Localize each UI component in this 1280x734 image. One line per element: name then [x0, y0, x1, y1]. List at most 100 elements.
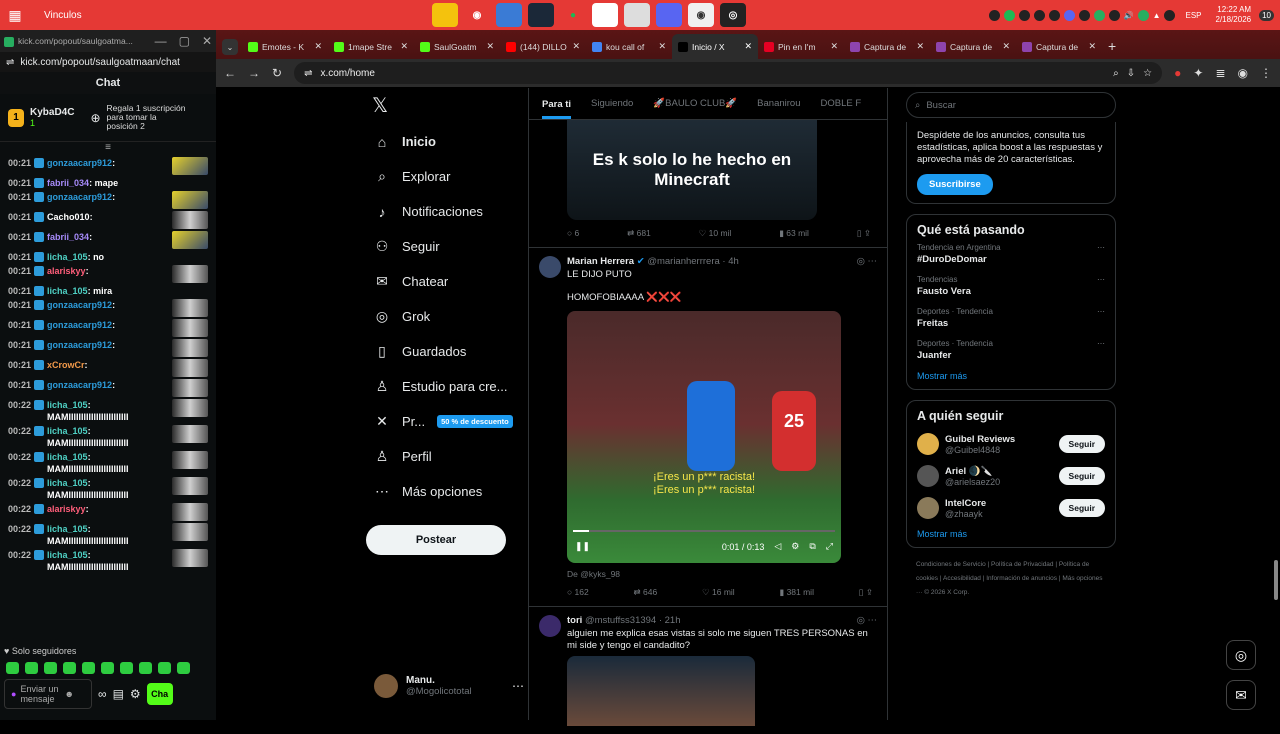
avatar[interactable]: [917, 465, 939, 487]
views-button[interactable]: ▮ 63 mil: [779, 228, 809, 239]
emote-icon[interactable]: [139, 662, 152, 674]
zoom-icon[interactable]: ⌕: [1113, 68, 1119, 79]
follow-button[interactable]: Seguir: [1058, 467, 1105, 485]
nav-item[interactable]: ⌕ Explorar: [374, 159, 530, 194]
reload-icon[interactable]: ↻: [272, 66, 282, 80]
trend-item[interactable]: Tendencia en Argentina #DuroDeDomar ⋯: [917, 243, 1105, 265]
chat-username[interactable]: gonzaacarp912: [47, 300, 112, 310]
browser-tab[interactable]: SaulGoatm ✕: [414, 34, 500, 59]
chat-input[interactable]: ● Enviar un mensaje ☻: [4, 679, 92, 709]
chat-username[interactable]: gonzaacarp912: [47, 158, 112, 168]
chat-username[interactable]: alariskyy: [47, 266, 86, 276]
nav-item[interactable]: ♙ Perfil: [374, 439, 530, 474]
like-button[interactable]: ♡ 16 mil: [702, 587, 735, 598]
chat-username[interactable]: fabrii_034: [47, 178, 89, 188]
post-3-author[interactable]: tori: [567, 615, 582, 626]
browser-tab[interactable]: 1mape Stre ✕: [328, 34, 414, 59]
post-2[interactable]: Marian Herrera ✔ @marianherrrera · 4h ◎ ⋯…: [529, 247, 887, 606]
emote-icon[interactable]: [120, 662, 133, 674]
x-logo-icon[interactable]: 𝕏: [366, 88, 530, 124]
feed-tab[interactable]: Bananirou: [757, 98, 800, 109]
bookmark-icon[interactable]: ▯ ⇪: [857, 228, 871, 239]
scrollbar[interactable]: [1274, 560, 1278, 600]
tray-icon[interactable]: [1003, 9, 1015, 21]
reply-button[interactable]: ○ 6: [567, 228, 579, 239]
chat-username[interactable]: gonzaacarp912: [47, 340, 112, 350]
tab-close-icon[interactable]: ✕: [744, 41, 752, 52]
more-icon[interactable]: ⋯: [1097, 307, 1105, 316]
repost-button[interactable]: ⇄ 646: [634, 587, 658, 598]
emoji-icon[interactable]: ☻: [64, 689, 73, 699]
close-icon[interactable]: ✕: [202, 34, 212, 48]
nav-item[interactable]: ◎ Grok: [374, 299, 530, 334]
mic-icon[interactable]: ●: [11, 689, 16, 699]
nav-item[interactable]: ✕ Pr... 50 % de descuento: [374, 404, 530, 439]
reply-button[interactable]: ○ 162: [567, 587, 589, 598]
tab-close-icon[interactable]: ✕: [486, 41, 494, 52]
tray-icon[interactable]: [1164, 9, 1176, 21]
follow-suggestion[interactable]: IntelCore @zhaayk Seguir: [917, 497, 1105, 519]
emote-icon[interactable]: [25, 662, 38, 674]
chat-username[interactable]: licha_105: [47, 452, 88, 462]
browser-tab[interactable]: Captura de ✕: [930, 34, 1016, 59]
tab-close-icon[interactable]: ✕: [830, 41, 838, 52]
chat-username[interactable]: licha_105: [47, 252, 88, 262]
views-button[interactable]: ▮ 381 mil: [780, 587, 814, 598]
post-3[interactable]: tori @mstuffss31394 · 21h ◎ ⋯ alguien me …: [529, 606, 887, 734]
post-3-media[interactable]: [567, 656, 755, 726]
store-icon[interactable]: ▤: [113, 687, 124, 701]
tray-icon[interactable]: [1018, 9, 1030, 21]
tray-icon[interactable]: [1063, 9, 1075, 21]
chat-username[interactable]: licha_105: [47, 524, 88, 534]
address-bar[interactable]: ⇌ x.com/home ⌕ ⇩ ☆: [294, 62, 1163, 84]
tray-icon[interactable]: [1048, 9, 1060, 21]
settings-icon[interactable]: ⚙: [791, 541, 799, 552]
follow-suggestion[interactable]: Ariel 🌒🔪 @arielsaez20 Seguir: [917, 465, 1105, 487]
feed-tab[interactable]: 🚀BAULO CLUB🚀: [653, 98, 737, 109]
tab-close-icon[interactable]: ✕: [658, 41, 666, 52]
chat-username[interactable]: Cacho010: [47, 212, 90, 222]
browser-tab[interactable]: Emotes - K ✕: [242, 34, 328, 59]
more-icon[interactable]: ⋯: [1097, 339, 1105, 348]
video-player[interactable]: 25 ¡Eres un p*** racista! ¡Eres un p*** …: [567, 311, 841, 563]
minimize-icon[interactable]: —: [155, 34, 167, 48]
chrome-icon[interactable]: ◉: [464, 3, 490, 27]
like-button[interactable]: ♡ 10 mil: [699, 228, 732, 239]
pip-icon[interactable]: ⧉: [809, 541, 815, 552]
post-3-avatar[interactable]: [539, 615, 561, 637]
browser-tab[interactable]: Inicio / X ✕: [672, 34, 758, 59]
account-switcher[interactable]: Manu. @Mogolicototal ⋯: [374, 674, 524, 698]
tab-close-icon[interactable]: ✕: [314, 41, 322, 52]
bookmark-star-icon[interactable]: ☆: [1143, 68, 1152, 79]
who-show-more[interactable]: Mostrar más: [917, 529, 1105, 539]
back-icon[interactable]: ←: [224, 66, 236, 80]
nav-item[interactable]: ⚇ Seguir: [374, 229, 530, 264]
tray-icon[interactable]: [988, 9, 1000, 21]
post-button[interactable]: Postear: [366, 525, 506, 555]
tab-close-icon[interactable]: ✕: [1088, 41, 1096, 52]
install-icon[interactable]: ⇩: [1127, 68, 1135, 79]
tab-close-icon[interactable]: ✕: [1002, 41, 1010, 52]
post-2-avatar[interactable]: [539, 256, 561, 278]
premium-badge[interactable]: 50 % de descuento: [437, 415, 513, 428]
more-icon[interactable]: ◎ ⋯: [857, 615, 877, 626]
windows-start-icon[interactable]: ▦: [0, 0, 30, 30]
media-icon[interactable]: ≣: [1215, 66, 1225, 80]
trend-item[interactable]: Tendencias Fausto Vera ⋯: [917, 275, 1105, 297]
emote-icon[interactable]: [63, 662, 76, 674]
search-input[interactable]: ⌕ Buscar: [906, 92, 1116, 118]
nav-item[interactable]: ♪ Notificaciones: [374, 194, 530, 229]
discord-icon[interactable]: [656, 3, 682, 27]
chat-username[interactable]: licha_105: [47, 286, 88, 296]
follow-button[interactable]: Seguir: [1058, 499, 1105, 517]
emote-icon[interactable]: [158, 662, 171, 674]
feed-tab[interactable]: Para ti: [542, 99, 572, 119]
obs-icon[interactable]: ◎: [720, 3, 746, 27]
browser-tab[interactable]: kou call of ✕: [586, 34, 672, 59]
spotify-icon[interactable]: ●: [560, 3, 586, 27]
tab-close-icon[interactable]: ✕: [400, 41, 408, 52]
more-icon[interactable]: ⋯: [1097, 243, 1105, 252]
volume-icon[interactable]: 🔊: [1124, 11, 1134, 20]
app-icon[interactable]: [624, 3, 650, 27]
trend-item[interactable]: Deportes · Tendencia Freitas ⋯: [917, 307, 1105, 329]
